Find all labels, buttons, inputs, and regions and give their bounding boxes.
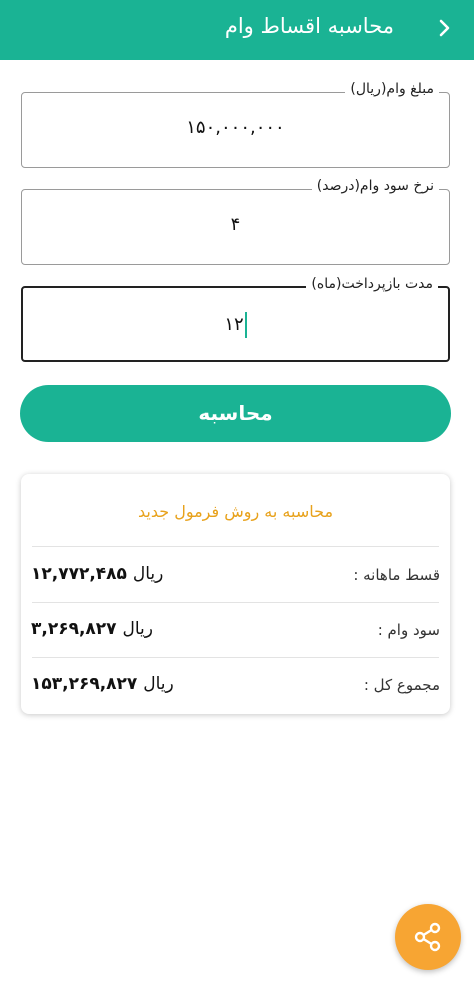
- divider: [32, 657, 439, 658]
- result-card: محاسبه به روش فرمول جدید قسط ماهانه : ری…: [21, 474, 450, 714]
- row-unit: ریال: [122, 619, 153, 639]
- row-value: ریال ۱۵۳,۲۶۹,۸۲۷: [31, 674, 174, 694]
- result-row-monthly-installment: قسط ماهانه : ریال ۱۲,۷۷۲,۴۸۵: [21, 562, 450, 592]
- share-button[interactable]: [395, 904, 461, 970]
- interest-rate-field[interactable]: نرخ سود وام(درصد) ۴: [21, 178, 450, 265]
- loan-amount-input[interactable]: ۱۵۰,۰۰۰,۰۰۰: [22, 117, 449, 138]
- interest-rate-input[interactable]: ۴: [22, 214, 449, 235]
- calculate-button[interactable]: محاسبه: [20, 385, 451, 442]
- divider: [32, 602, 439, 603]
- row-label: مجموع کل :: [363, 676, 440, 694]
- result-row-loan-interest: سود وام : ریال ۳,۲۶۹,۸۲۷: [21, 617, 450, 647]
- app-header: محاسبه اقساط وام: [0, 0, 474, 60]
- row-unit: ریال: [132, 564, 164, 584]
- duration-input[interactable]: ۱۲: [224, 314, 243, 335]
- row-amount: ۱۵۳,۲۶۹,۸۲۷: [31, 674, 138, 694]
- text-caret: [244, 312, 247, 338]
- loan-amount-label: مبلغ وام(ریال): [345, 81, 439, 97]
- row-amount: ۳,۲۶۹,۸۲۷: [31, 619, 117, 639]
- duration-input-wrapper[interactable]: ۱۲: [23, 312, 448, 338]
- row-value: ریال ۱۲,۷۷۲,۴۸۵: [31, 564, 163, 584]
- loan-amount-field[interactable]: مبلغ وام(ریال) ۱۵۰,۰۰۰,۰۰۰: [21, 81, 450, 168]
- row-value: ریال ۳,۲۶۹,۸۲۷: [31, 619, 153, 639]
- row-unit: ریال: [143, 674, 174, 694]
- duration-label: مدت بازپرداخت(ماه): [306, 276, 438, 292]
- row-amount: ۱۲,۷۷۲,۴۸۵: [31, 564, 127, 584]
- duration-field[interactable]: مدت بازپرداخت(ماه) ۱۲: [21, 276, 450, 362]
- interest-rate-label: نرخ سود وام(درصد): [311, 178, 439, 194]
- result-row-total: مجموع کل : ریال ۱۵۳,۲۶۹,۸۲۷: [21, 672, 450, 702]
- page-title: محاسبه اقساط وام: [224, 14, 394, 38]
- row-label: سود وام :: [377, 621, 440, 639]
- chevron-right-icon[interactable]: [432, 16, 456, 40]
- share-icon: [414, 922, 441, 952]
- divider: [32, 546, 439, 547]
- row-label: قسط ماهانه :: [353, 566, 440, 584]
- result-title: محاسبه به روش فرمول جدید: [137, 502, 334, 521]
